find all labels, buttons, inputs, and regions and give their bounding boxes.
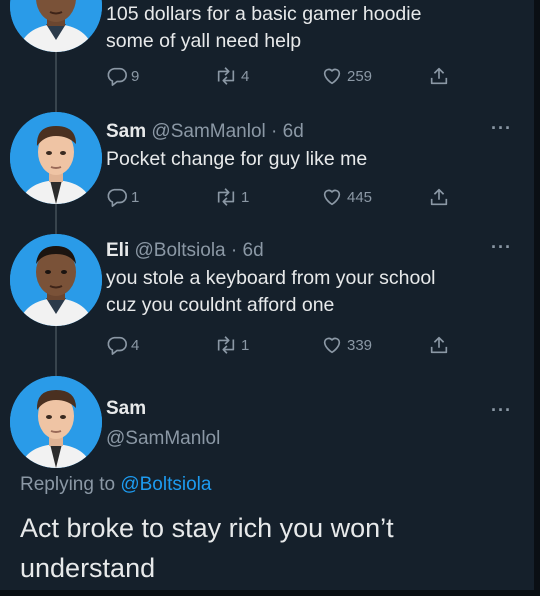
share-icon xyxy=(430,67,448,85)
tweet-header: Sam @SamManlol · 6d xyxy=(106,121,304,143)
retweet-count: 4 xyxy=(241,67,250,85)
avatar-eli[interactable] xyxy=(10,0,102,52)
reply-count: 9 xyxy=(131,67,140,85)
like-icon xyxy=(323,68,341,85)
tweet-text-line: 105 dollars for a basic gamer hoodie xyxy=(106,3,422,25)
tweet-time[interactable]: 6d xyxy=(243,240,264,261)
main-tweet-text: Act broke to stay rich you won’t underst… xyxy=(20,513,394,583)
thread-view: 105 dollars for a basic gamer hoodie som… xyxy=(0,0,540,596)
share-icon xyxy=(430,336,448,354)
reply-count: 1 xyxy=(131,188,140,206)
reply-icon xyxy=(107,188,127,207)
retweet-button[interactable]: 4 xyxy=(214,64,249,88)
replying-prefix: Replying to xyxy=(20,474,116,495)
avatar-eli[interactable] xyxy=(10,234,102,326)
tweet-time[interactable]: 6d xyxy=(283,121,304,142)
like-button[interactable]: 445 xyxy=(320,185,372,209)
share-button[interactable] xyxy=(428,185,453,209)
reply-count: 4 xyxy=(131,336,140,354)
more-icon[interactable]: ··· xyxy=(491,118,512,139)
share-button[interactable] xyxy=(428,64,453,88)
author-name[interactable]: Sam xyxy=(106,398,146,420)
tweet-header: Eli @Boltsiola · 6d xyxy=(106,240,264,262)
share-icon xyxy=(430,188,448,206)
retweet-count: 1 xyxy=(241,188,250,206)
replying-to: Replying to @Boltsiola xyxy=(20,474,211,496)
retweet-button[interactable]: 1 xyxy=(214,185,249,209)
tweet-actions: 9 4 259 xyxy=(106,64,466,88)
tweet-text: you stole a keyboard from your school cu… xyxy=(106,265,526,319)
author-handle[interactable]: @SamManlol xyxy=(106,428,220,450)
separator-dot: · xyxy=(271,121,278,142)
tweet-actions: 4 1 339 xyxy=(106,333,466,357)
reply-button[interactable]: 4 xyxy=(106,333,139,357)
like-button[interactable]: 339 xyxy=(320,333,372,357)
like-icon xyxy=(323,189,341,206)
avatar-sam[interactable] xyxy=(10,112,102,204)
tweet-text-line: some of yall need help xyxy=(106,30,302,52)
author-handle[interactable]: @Boltsiola xyxy=(135,240,226,261)
like-count: 445 xyxy=(347,188,373,206)
thread-connector xyxy=(55,204,57,234)
retweet-icon xyxy=(217,67,235,85)
reply-icon xyxy=(107,336,127,355)
share-button[interactable] xyxy=(428,333,453,357)
tweet-actions: 1 1 445 xyxy=(106,185,466,209)
thread-connector xyxy=(55,52,57,112)
like-icon xyxy=(323,337,341,354)
author-name[interactable]: Sam xyxy=(106,121,146,142)
more-icon[interactable]: ··· xyxy=(491,400,512,421)
reply-icon xyxy=(107,67,127,86)
tweet-text-line: you stole a keyboard from your school xyxy=(106,267,436,289)
tweet-text-line: cuz you couldnt afford one xyxy=(106,294,335,316)
tweet-text: 105 dollars for a basic gamer hoodie som… xyxy=(106,1,526,55)
author-handle[interactable]: @SamManlol xyxy=(151,121,265,142)
like-button[interactable]: 259 xyxy=(320,64,372,88)
reply-button[interactable]: 1 xyxy=(106,185,139,209)
retweet-icon xyxy=(217,188,235,206)
more-icon[interactable]: ··· xyxy=(491,237,512,258)
retweet-button[interactable]: 1 xyxy=(214,333,249,357)
retweet-icon xyxy=(217,336,235,354)
like-count: 339 xyxy=(347,336,373,354)
replying-mention-link[interactable]: @Boltsiola xyxy=(120,474,211,495)
thread-connector xyxy=(55,326,57,376)
like-count: 259 xyxy=(347,67,373,85)
tweet-text: Pocket change for guy like me xyxy=(106,148,368,170)
reply-button[interactable]: 9 xyxy=(106,64,139,88)
avatar-sam[interactable] xyxy=(10,376,102,468)
author-name[interactable]: Eli xyxy=(106,240,129,261)
retweet-count: 1 xyxy=(241,336,250,354)
separator-dot: · xyxy=(230,240,238,261)
